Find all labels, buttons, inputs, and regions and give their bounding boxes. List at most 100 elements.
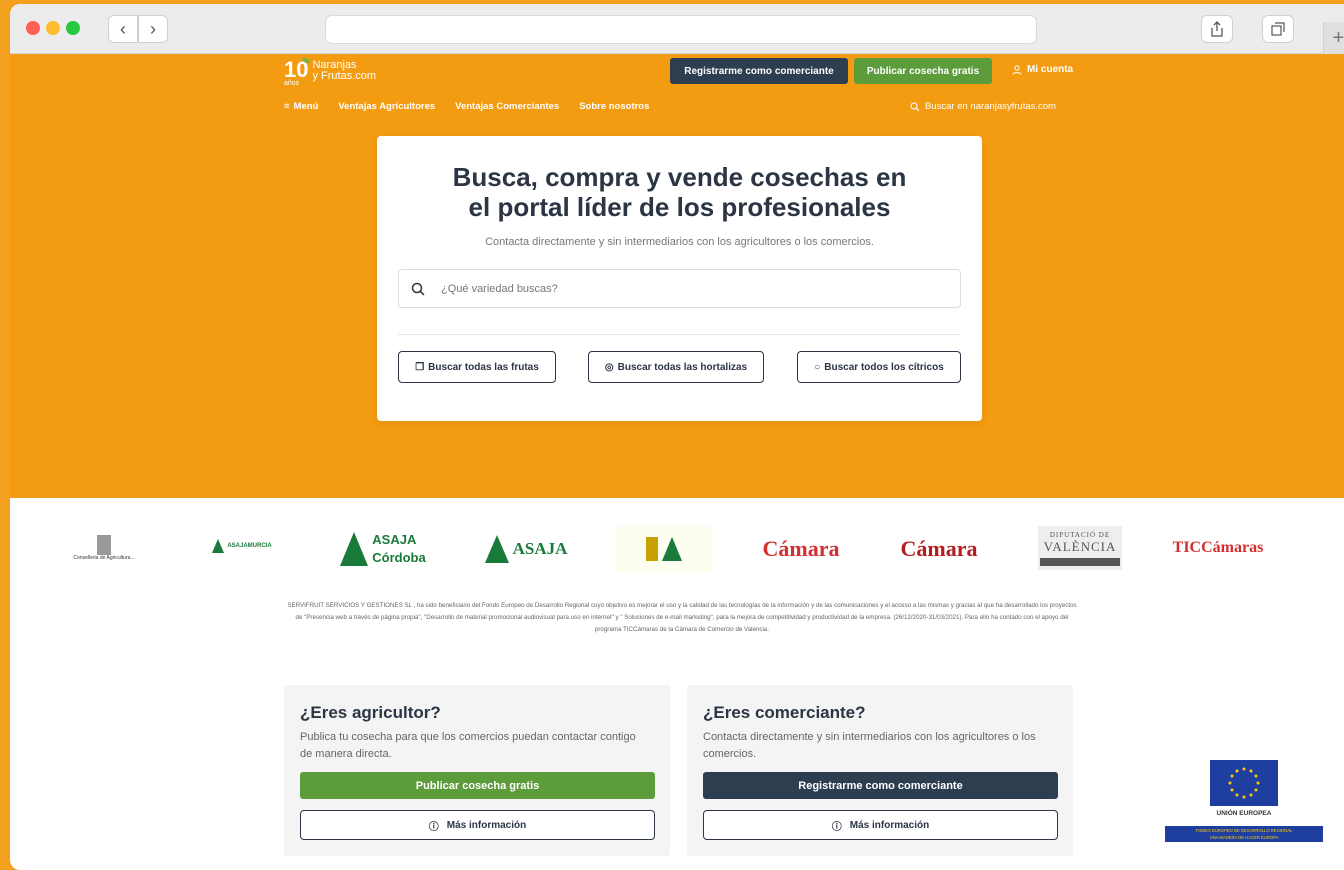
diputacio-text-1: DIPUTACIÓ DE <box>1049 530 1111 539</box>
site-logo[interactable]: 10 años Naranjas y Frutas.com <box>284 57 376 87</box>
header-search-link[interactable]: Buscar en naranjasyfrutas.com <box>910 101 1056 112</box>
logo-line-2: y Frutas.com <box>312 70 377 82</box>
minimize-window-button[interactable] <box>46 21 60 35</box>
hamburger-icon: ≡ <box>284 101 290 112</box>
aca-catalunya-logo <box>616 526 712 572</box>
new-tab-button[interactable]: + <box>1323 22 1344 54</box>
camara-valencia-logo: Cámara <box>896 534 982 564</box>
eu-strip-line-1: FONDO EUROPEO DE DESARROLLO REGIONAL <box>1195 828 1293 833</box>
search-icon <box>411 282 425 296</box>
share-button[interactable] <box>1201 15 1233 43</box>
hero-section: 10 años Naranjas y Frutas.com Registrarm… <box>10 54 1344 498</box>
diputacio-bar <box>1040 557 1120 566</box>
hero-title-line-2: el portal líder de los profesionales <box>468 192 891 222</box>
feder-disclaimer: SERVIFRUIT SERVICIOS Y GESTIONES SL , ha… <box>287 602 1077 633</box>
ticcamaras-text: TICCámaras <box>1172 539 1264 556</box>
search-all-citrus-button[interactable]: ○ Buscar todos los cítricos <box>797 351 961 383</box>
menu-toggle[interactable]: ≡ Menú <box>284 101 318 112</box>
chevron-right-icon: › <box>150 18 156 39</box>
merchant-more-info-label: Más información <box>849 819 930 831</box>
variety-search-input[interactable] <box>441 282 921 295</box>
search-all-fruits-label: Buscar todas las frutas <box>428 361 539 373</box>
search-card: Busca, compra y vende cosechas en el por… <box>377 136 982 421</box>
asaja-cordoba-text-2: Córdoba <box>372 550 426 565</box>
card-divider <box>398 334 961 335</box>
tabs-icon <box>1271 22 1285 36</box>
logo-years: años <box>284 80 300 87</box>
farmer-more-info-label: Más información <box>446 819 527 831</box>
merchant-more-info-button[interactable]: ⓘ Más información <box>703 810 1058 840</box>
merchant-text: Contacta directamente y sin intermediari… <box>703 731 1036 760</box>
nav-item-ventajas-comerciantes[interactable]: Ventajas Comerciantes <box>455 101 559 112</box>
diputacio-text-2: VALÈNCIA <box>1043 538 1117 554</box>
search-all-fruits-button[interactable]: ❐ Buscar todas las frutas <box>398 351 556 383</box>
asaja-murcia-logo: ASAJAMURCIA <box>194 536 290 556</box>
camara-valencia-text: Cámara <box>900 536 978 561</box>
info-icon: ⓘ <box>831 821 842 833</box>
header-search-label: Buscar en naranjasyfrutas.com <box>925 101 1056 112</box>
vegetable-icon: ◎ <box>604 361 614 373</box>
generalitat-logo-text: Conselleria de Agricultura... <box>73 555 135 561</box>
eu-strip-line-2: UNA MANERA DE HACER EUROPA <box>1209 835 1279 840</box>
merchant-card: ¿Eres comerciante? Contacta directamente… <box>687 685 1073 856</box>
farmer-text: Publica tu cosecha para que los comercio… <box>300 731 636 760</box>
zoom-window-button[interactable] <box>66 21 80 35</box>
address-bar[interactable] <box>325 15 1037 44</box>
header-register-button[interactable]: Registrarme como comerciante <box>670 58 848 84</box>
nav-item-ventajas-agricultores[interactable]: Ventajas Agricultores <box>338 101 435 112</box>
partner-logos: Conselleria de Agricultura... ASAJAMURCI… <box>10 514 1344 574</box>
farmer-title: ¿Eres agricultor? <box>300 703 441 722</box>
ticcamaras-logo: TICCámaras <box>1168 536 1268 560</box>
hero-title-line-1: Busca, compra y vende cosechas en <box>452 162 907 192</box>
plus-icon: + <box>1332 26 1344 49</box>
camara-espana-text: Cámara <box>762 536 840 561</box>
fruit-icon: ❐ <box>415 361 425 373</box>
merchant-title: ¿Eres comerciante? <box>703 703 866 722</box>
nav-item-sobre-nosotros[interactable]: Sobre nosotros <box>579 101 649 112</box>
forward-button[interactable]: › <box>138 15 168 43</box>
asaja-icon <box>662 537 682 561</box>
search-all-vegetables-button[interactable]: ◎ Buscar todas las hortalizas <box>588 351 764 383</box>
hero-subtitle: Contacta directamente y sin intermediari… <box>485 236 874 248</box>
farmer-figure-icon <box>646 537 658 561</box>
eu-strip: FONDO EUROPEO DE DESARROLLO REGIONAL UNA… <box>1165 826 1323 842</box>
camara-espana-logo: Cámara <box>756 534 846 564</box>
search-all-citrus-label: Buscar todos los cítricos <box>824 361 944 373</box>
eu-badge: UNIÓN EUROPEA FONDO EUROPEO DE DESARROLL… <box>1165 760 1323 842</box>
farmer-card: ¿Eres agricultor? Publica tu cosecha par… <box>284 685 670 856</box>
logo-number: 10 <box>284 57 309 82</box>
chevron-left-icon: ‹ <box>120 18 126 39</box>
main-nav: ≡ Menú Ventajas Agricultores Ventajas Co… <box>284 101 649 112</box>
info-icon: ⓘ <box>428 821 439 833</box>
diputacio-valencia-logo: DIPUTACIÓ DE VALÈNCIA <box>1038 526 1122 570</box>
my-account-label: Mi cuenta <box>1027 64 1074 75</box>
tab-overview-button[interactable] <box>1262 15 1294 43</box>
share-icon <box>1211 21 1223 37</box>
close-window-button[interactable] <box>26 21 40 35</box>
publish-harvest-button[interactable]: Publicar cosecha gratis <box>300 772 655 799</box>
back-button[interactable]: ‹ <box>108 15 138 43</box>
emblem-icon <box>97 535 111 555</box>
eu-label: UNIÓN EUROPEA <box>1216 810 1272 817</box>
asaja-icon <box>484 535 509 563</box>
asaja-icon <box>212 539 225 553</box>
browser-toolbar: ‹ › + <box>10 4 1344 54</box>
asaja-murcia-text: ASAJAMURCIA <box>227 543 272 549</box>
citrus-icon: ○ <box>814 361 821 373</box>
menu-label: Menú <box>293 101 319 112</box>
search-icon <box>910 101 920 111</box>
variety-search-box <box>398 269 961 308</box>
my-account-link[interactable]: Mi cuenta <box>1012 64 1073 75</box>
register-merchant-button[interactable]: Registrarme como comerciante <box>703 772 1058 799</box>
asaja-malaga-logo: ASAJA <box>480 530 572 568</box>
asaja-cordoba-logo: ASAJA Córdoba <box>338 526 428 572</box>
asaja-malaga-text: ASAJA <box>512 539 568 558</box>
browser-window: ‹ › + 10 años Naranjas y Frutas.com Regi… <box>10 4 1344 870</box>
header-publish-button[interactable]: Publicar cosecha gratis <box>854 58 992 84</box>
eu-flag-icon <box>1210 760 1278 806</box>
logo-text: Naranjas y Frutas.com <box>312 60 376 82</box>
farmer-more-info-button[interactable]: ⓘ Más información <box>300 810 655 840</box>
asaja-cordoba-text-1: ASAJA <box>372 532 417 547</box>
asaja-icon <box>340 532 369 566</box>
generalitat-logo: Conselleria de Agricultura... <box>54 526 154 570</box>
